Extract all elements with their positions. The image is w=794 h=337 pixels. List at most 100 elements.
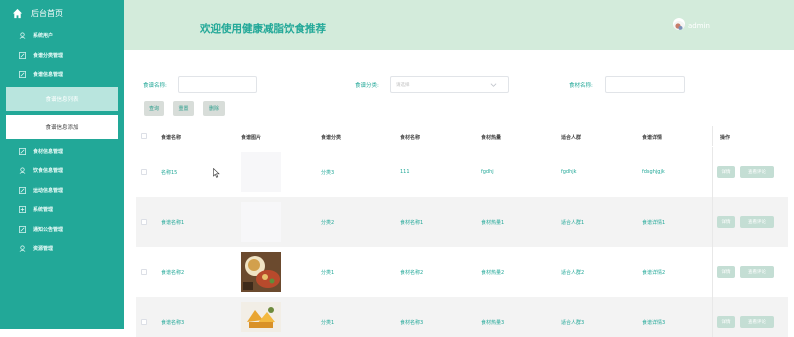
table-row[interactable]: 食谱名称3 分类1 食材名称3 食材热量3 适合人群3 食谱详情3 详情 查看评… [136, 297, 788, 337]
sidebar-item-recipe-info[interactable]: 食谱信息管理 [0, 65, 124, 85]
recipe-category-label: 食谱分类: [355, 83, 379, 89]
cell-detail: fdsghjgjk [642, 169, 665, 175]
view-review-button[interactable]: 查看评论 [740, 266, 774, 278]
cell-category: 分类3 [321, 170, 335, 176]
cell-ingredient: 食材名称1 [400, 220, 424, 226]
sidebar-item-recipe-category[interactable]: 食谱分类管理 [0, 46, 124, 66]
recipe-image [241, 152, 281, 192]
main-content: 食谱名称: 食谱分类: 请选择 食材名称: 查询 重置 删除 食谱名称 食谱图片… [124, 50, 794, 337]
detail-button[interactable]: 详情 [717, 216, 735, 228]
plus-square-icon [19, 206, 26, 214]
col-header: 操作 [720, 135, 731, 141]
delete-button[interactable]: 删除 [203, 101, 225, 116]
detail-button[interactable]: 详情 [717, 316, 735, 328]
cell-recipe-name: 食谱名称2 [161, 270, 185, 276]
user-icon [19, 32, 26, 40]
recipe-category-select[interactable]: 请选择 [390, 76, 509, 93]
row-checkbox[interactable] [141, 319, 147, 325]
detail-button[interactable]: 详情 [717, 166, 735, 178]
view-review-button[interactable]: 查看评论 [740, 316, 774, 328]
food-photo-icon [241, 302, 281, 332]
sidebar-item-system-users[interactable]: 系统用户 [0, 26, 124, 46]
sidebar-sub-recipe-list[interactable]: 食谱信息列表 [6, 86, 118, 111]
sidebar-item-label: 食材信息管理 [33, 148, 64, 155]
home-icon [12, 8, 23, 18]
row-checkbox[interactable] [141, 219, 147, 225]
cell-detail: 食谱详情2 [642, 270, 666, 276]
column-divider [712, 297, 713, 337]
table-row[interactable]: 食谱名称2 分类1 食材名称2 食材热量2 适合人群2 食谱详情2 详情 查看评… [136, 247, 788, 297]
sidebar-item-label: 运动信息管理 [33, 187, 64, 194]
sidebar-item-ingredient-info[interactable]: 食材信息管理 [0, 142, 124, 162]
cell-detail: 食谱详情3 [642, 320, 666, 326]
column-divider [712, 126, 713, 146]
column-divider [712, 197, 713, 247]
cell-recipe-name: 食谱名称3 [161, 320, 185, 326]
reset-button[interactable]: 重置 [173, 101, 194, 116]
sidebar-home-label: 后台首页 [31, 8, 63, 18]
sidebar-home[interactable]: 后台首页 [0, 0, 124, 26]
select-placeholder: 请选择 [396, 83, 410, 88]
sidebar-item-label: 资源管理 [33, 246, 54, 253]
col-header: 食谱详情 [642, 135, 663, 141]
avatar[interactable] [673, 18, 685, 30]
edit-icon [19, 186, 26, 194]
col-header: 适合人群 [561, 135, 582, 141]
sidebar-item-resources[interactable]: 资源管理 [0, 239, 124, 259]
user-icon [19, 245, 26, 253]
sidebar-sub-recipe-add[interactable]: 食谱信息添加 [6, 114, 118, 139]
sidebar-item-exercise-info[interactable]: 运动信息管理 [0, 181, 124, 201]
cell-crowd: 适合人群2 [561, 270, 585, 276]
ingredient-name-label: 食材名称: [569, 83, 593, 89]
row-checkbox[interactable] [141, 169, 147, 175]
edit-icon [19, 51, 26, 59]
column-divider [712, 147, 713, 197]
column-divider [712, 247, 713, 297]
view-review-button[interactable]: 查看评论 [740, 166, 774, 178]
cell-category: 分类2 [321, 220, 335, 226]
edit-icon [19, 71, 26, 79]
sidebar-item-system-manage[interactable]: 系统管理 [0, 200, 124, 220]
sidebar-item-label: 食谱分类管理 [33, 52, 64, 59]
top-header: 欢迎使用健康减脂饮食推荐 admin [124, 0, 794, 50]
food-photo-icon [241, 252, 281, 292]
sidebar-item-label: 饮食信息管理 [33, 168, 64, 175]
cell-category: 分类1 [321, 270, 335, 276]
col-header: 食谱图片 [241, 135, 262, 141]
cell-crowd: 适合人群1 [561, 220, 585, 226]
recipe-image [241, 302, 281, 332]
mouse-cursor-icon [213, 168, 220, 178]
col-header: 食材热量 [481, 135, 502, 141]
table-row[interactable]: 名称15 分类3 111 fgdhj fgdhjk fdsghjgjk 详情 查… [136, 147, 788, 197]
select-all-checkbox[interactable] [141, 133, 147, 139]
cell-category: 分类1 [321, 320, 335, 326]
recipe-name-input[interactable] [178, 76, 257, 93]
sidebar-item-diet-info[interactable]: 饮食信息管理 [0, 161, 124, 181]
cell-ingredient: 食材名称2 [400, 270, 424, 276]
table-header: 食谱名称 食谱图片 食谱分类 食材名称 食材热量 适合人群 食谱详情 操作 [136, 126, 788, 146]
detail-button[interactable]: 详情 [717, 266, 735, 278]
cell-calories: 食材热量1 [481, 220, 505, 226]
cell-calories: 食材热量2 [481, 270, 505, 276]
row-checkbox[interactable] [141, 269, 147, 275]
cell-detail: 食谱详情1 [642, 220, 666, 226]
query-button[interactable]: 查询 [144, 101, 164, 116]
sidebar-item-label: 食谱信息管理 [33, 72, 64, 79]
chevron-down-icon [490, 83, 497, 87]
col-header: 食谱名称 [161, 135, 182, 141]
avatar-icon [673, 21, 685, 30]
col-header: 食材名称 [400, 135, 421, 141]
sidebar-item-notice[interactable]: 通知公告管理 [0, 220, 124, 240]
app-root: 后台首页 系统用户 食谱分类管理 食谱信息管理 食谱信息列表 食谱信息添加 食材… [0, 0, 794, 337]
view-review-button[interactable]: 查看评论 [740, 216, 774, 228]
recipe-image [241, 252, 281, 292]
cell-recipe-name: 食谱名称1 [161, 220, 185, 226]
cell-calories: fgdhj [481, 169, 494, 175]
user-name[interactable]: admin [688, 22, 710, 30]
cell-calories: 食材热量3 [481, 320, 505, 326]
edit-icon [19, 225, 26, 233]
ingredient-name-input[interactable] [605, 76, 685, 93]
sidebar-item-label: 通知公告管理 [33, 226, 64, 233]
col-header: 食谱分类 [321, 135, 342, 141]
table-row[interactable]: 食谱名称1 分类2 食材名称1 食材热量1 适合人群1 食谱详情1 详情 查看评… [136, 197, 788, 247]
